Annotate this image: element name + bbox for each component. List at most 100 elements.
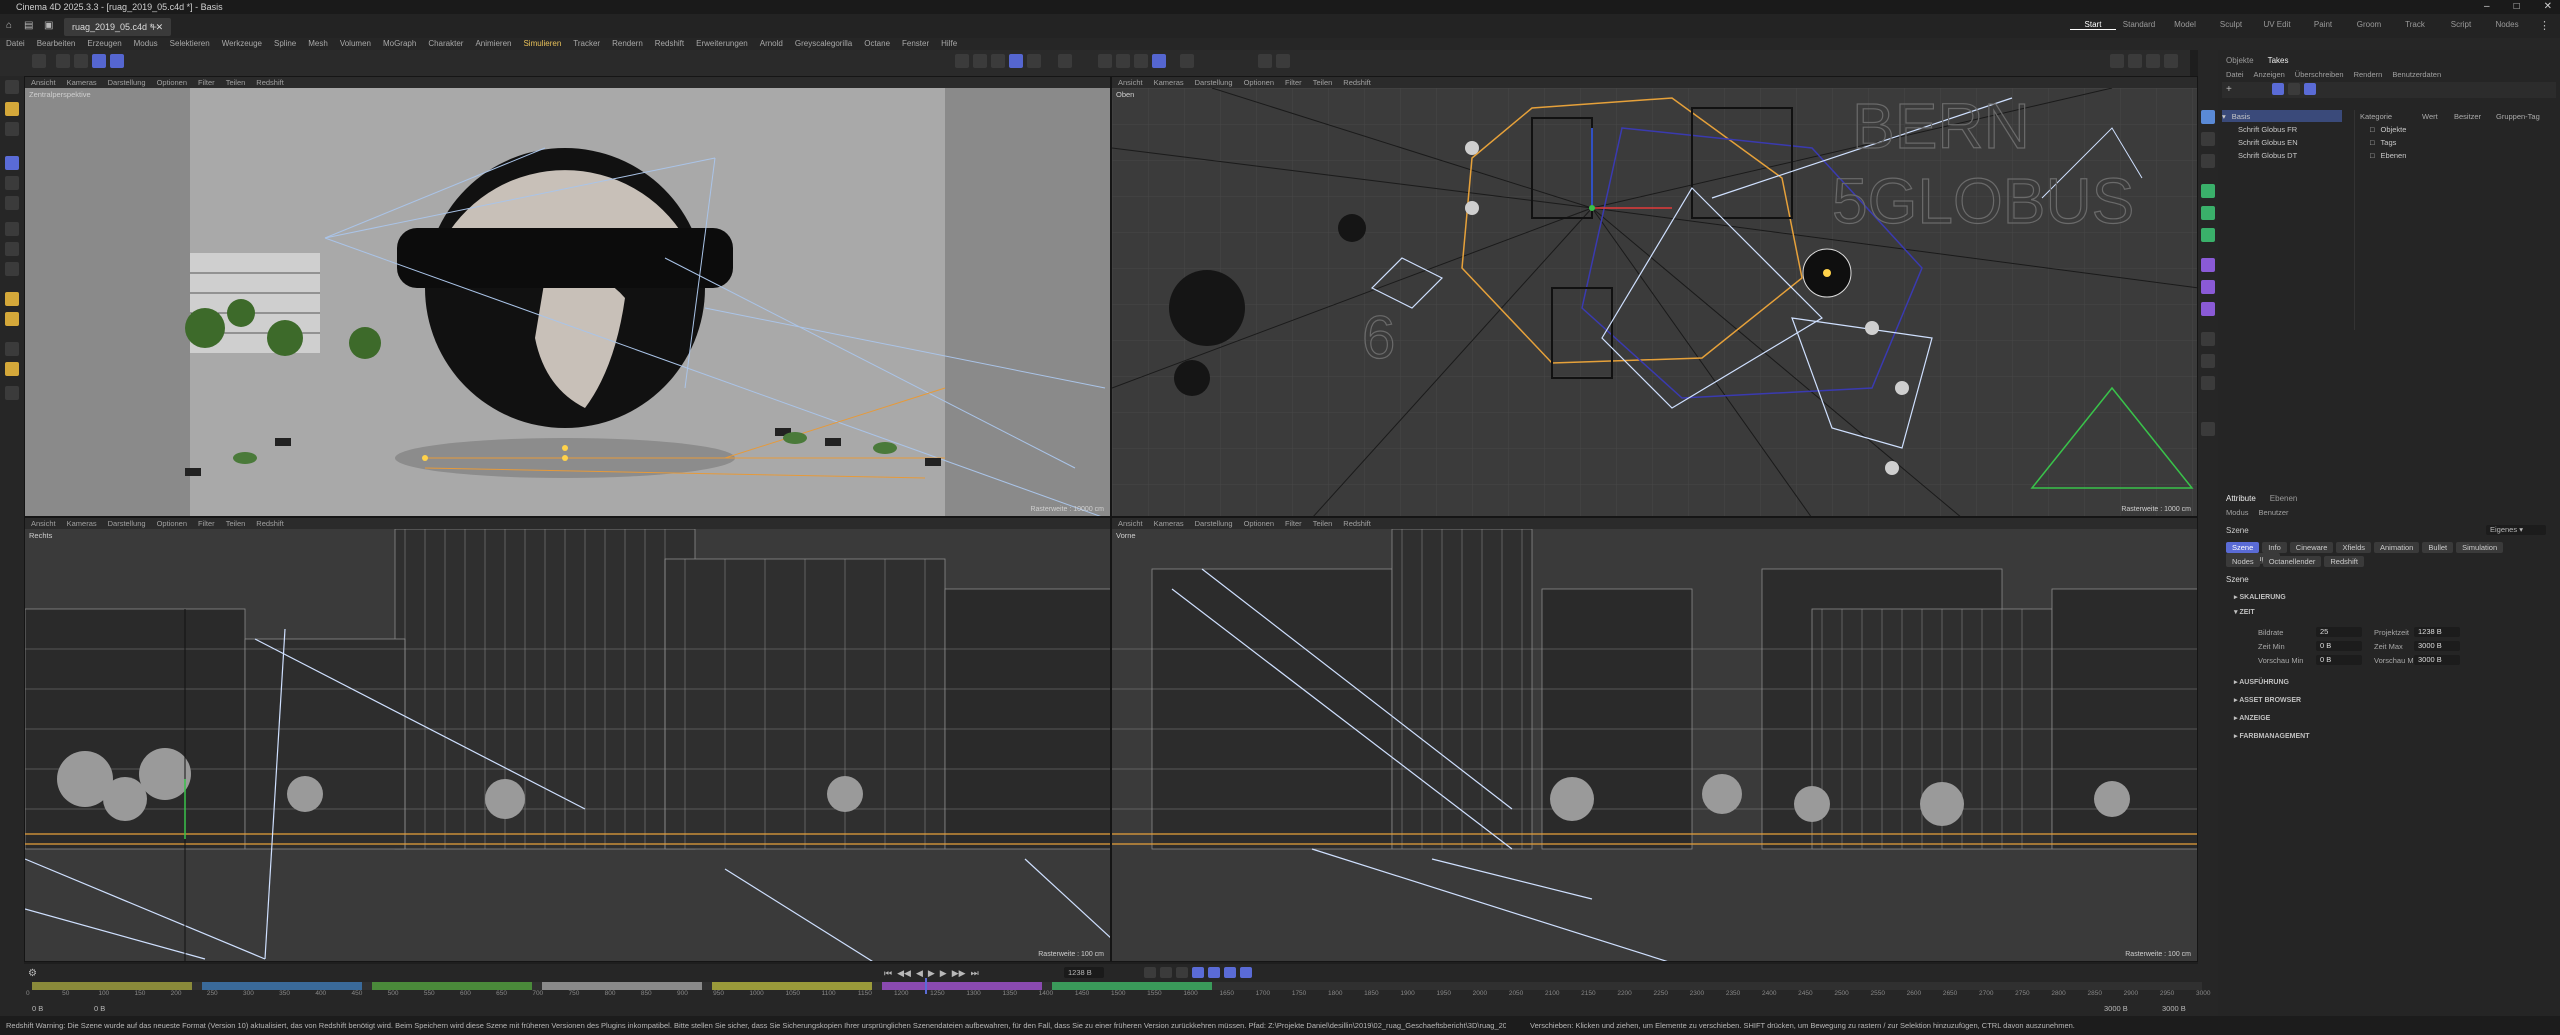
bildrate-field[interactable]: 25 <box>2316 627 2362 637</box>
layout-single-button[interactable] <box>2110 54 2124 68</box>
minimize-icon[interactable]: – <box>2484 1 2490 12</box>
light-button[interactable] <box>1098 54 1112 68</box>
preview-end-field[interactable]: 3000 B <box>2162 1004 2186 1013</box>
menu-item-20[interactable]: Fenster <box>902 38 929 50</box>
menu-kameras[interactable]: Kameras <box>1154 518 1184 529</box>
y-axis-button[interactable] <box>74 54 88 68</box>
close-icon[interactable]: ✕ <box>2544 1 2552 12</box>
menu-filter[interactable]: Filter <box>198 77 215 88</box>
attr-tab-animation[interactable]: Animation <box>2374 542 2420 553</box>
menu-ansicht[interactable]: Ansicht <box>31 518 56 529</box>
menu-item-19[interactable]: Octane <box>864 38 890 50</box>
viewport-solo-button[interactable] <box>1258 54 1272 68</box>
search-tool-icon[interactable] <box>5 80 19 94</box>
menu-ueberschreiben[interactable]: Überschreiben <box>2295 70 2344 79</box>
environment-icon[interactable] <box>2201 332 2215 346</box>
menu-item-21[interactable]: Hilfe <box>941 38 957 50</box>
menu-item-10[interactable]: Charakter <box>428 38 463 50</box>
menu-item-0[interactable]: Datei <box>6 38 25 50</box>
render-queue-button[interactable] <box>1027 54 1041 68</box>
menu-darstellung[interactable]: Darstellung <box>1195 518 1233 529</box>
menu-benutzer[interactable]: Benutzer <box>2259 508 2289 517</box>
viewport-filter-button[interactable] <box>1276 54 1290 68</box>
camera-button[interactable] <box>1116 54 1130 68</box>
attr-tab-redshift[interactable]: Redshift <box>2324 556 2364 567</box>
maximize-icon[interactable]: □ <box>2514 1 2520 12</box>
tab-ebenen[interactable]: Ebenen <box>2270 494 2298 503</box>
lock-take-icon[interactable] <box>2288 83 2300 95</box>
tab-takes[interactable]: Takes <box>2268 56 2289 65</box>
menu-item-11[interactable]: Animieren <box>475 38 511 50</box>
effector-icon[interactable] <box>2201 228 2215 242</box>
add-take-icon[interactable]: + <box>2226 84 2232 95</box>
interactive-render-button[interactable] <box>1009 54 1023 68</box>
viewport-front[interactable]: Ansicht Kameras Darstellung Optionen Fil… <box>1111 517 2198 962</box>
vorschau-max-field[interactable]: 3000 B <box>2414 655 2460 665</box>
layout-tab-track[interactable]: Track <box>2392 20 2438 30</box>
take-row[interactable]: Schrift Globus EN <box>2238 136 2298 148</box>
expand-icon[interactable]: ▾ <box>2222 112 2226 121</box>
menu-item-13[interactable]: Tracker <box>573 38 600 50</box>
menu-filter[interactable]: Filter <box>1285 77 1302 88</box>
take-root-row[interactable]: ▾ Basis <box>2222 110 2342 122</box>
menu-item-12[interactable]: Simulieren <box>523 38 561 50</box>
menu-teilen[interactable]: Teilen <box>226 518 246 529</box>
pen-icon[interactable] <box>2201 422 2215 436</box>
viewport-right[interactable]: Ansicht Kameras Darstellung Optionen Fil… <box>24 517 1111 962</box>
menu-kameras[interactable]: Kameras <box>67 77 97 88</box>
menu-item-6[interactable]: Spline <box>274 38 296 50</box>
attr-tab-octanellender[interactable]: Octanellender <box>2262 556 2322 567</box>
viewport-top[interactable]: Ansicht Kameras Darstellung Optionen Fil… <box>1111 76 2198 517</box>
section-ausfuehrung[interactable]: ▸ AUSFÜHRUNG <box>2234 678 2289 686</box>
attr-tab-bullet[interactable]: Bullet <box>2422 542 2454 553</box>
menu-anzeigen[interactable]: Anzeigen <box>2254 70 2285 79</box>
menu-optionen[interactable]: Optionen <box>1244 518 1274 529</box>
menu-filter[interactable]: Filter <box>1285 518 1302 529</box>
tab-attribute[interactable]: Attribute <box>2226 494 2256 503</box>
menu-redshift[interactable]: Redshift <box>1343 518 1371 529</box>
menu-benutzerdaten[interactable]: Benutzerdaten <box>2392 70 2441 79</box>
magnet-tool-icon[interactable] <box>5 386 19 400</box>
category-row[interactable]: □ Objekte <box>2370 123 2406 135</box>
menu-item-7[interactable]: Mesh <box>308 38 328 50</box>
projektzeit-field[interactable]: 1238 B <box>2414 627 2460 637</box>
layout-tab-nodes[interactable]: Nodes <box>2484 20 2530 30</box>
attr-tab-xfields[interactable]: Xfields <box>2336 542 2371 553</box>
mode-dropdown[interactable]: Eigenes ▾ <box>2486 525 2546 535</box>
snap-button[interactable] <box>1058 54 1072 68</box>
spline-icon[interactable] <box>2201 132 2215 146</box>
take-row[interactable]: Schrift Globus DT <box>2238 149 2297 161</box>
zeit-min-field[interactable]: 0 B <box>2316 641 2362 651</box>
menu-redshift[interactable]: Redshift <box>1343 77 1371 88</box>
layout-quad-button[interactable] <box>2146 54 2160 68</box>
menu-darstellung[interactable]: Darstellung <box>108 77 146 88</box>
field-icon[interactable] <box>2201 280 2215 294</box>
menu-kameras[interactable]: Kameras <box>1154 77 1184 88</box>
layout-tab-start[interactable]: Start <box>2070 20 2116 30</box>
menu-redshift[interactable]: Redshift <box>256 518 284 529</box>
deformer-icon[interactable] <box>2201 258 2215 272</box>
layout-tab-script[interactable]: Script <box>2438 20 2484 30</box>
menu-item-14[interactable]: Rendern <box>612 38 643 50</box>
selection-tool-icon[interactable] <box>5 102 19 116</box>
take-row[interactable]: Schrift Globus FR <box>2238 123 2297 135</box>
knife-tool-icon[interactable] <box>5 362 19 376</box>
workplane-button[interactable] <box>1152 54 1166 68</box>
menu-ansicht[interactable]: Ansicht <box>1118 77 1143 88</box>
menu-darstellung[interactable]: Darstellung <box>1195 77 1233 88</box>
menu-optionen[interactable]: Optionen <box>157 77 187 88</box>
render-settings-button[interactable] <box>991 54 1005 68</box>
live-selection-icon[interactable] <box>5 122 19 136</box>
points-mode-icon[interactable] <box>5 242 19 256</box>
menu-item-5[interactable]: Werkzeuge <box>222 38 262 50</box>
edges-mode-icon[interactable] <box>5 262 19 276</box>
layout-tab-standard[interactable]: Standard <box>2116 20 2162 30</box>
text-icon[interactable] <box>2201 154 2215 168</box>
zeit-max-field[interactable]: 3000 B <box>2414 641 2460 651</box>
menu-item-9[interactable]: MoGraph <box>383 38 416 50</box>
render-button[interactable] <box>973 54 987 68</box>
menu-item-3[interactable]: Modus <box>134 38 158 50</box>
section-farbmanagement[interactable]: ▸ FARBMANAGEMENT <box>2234 732 2309 740</box>
layout-custom-button[interactable] <box>2164 54 2178 68</box>
menu-rendern[interactable]: Rendern <box>2354 70 2383 79</box>
